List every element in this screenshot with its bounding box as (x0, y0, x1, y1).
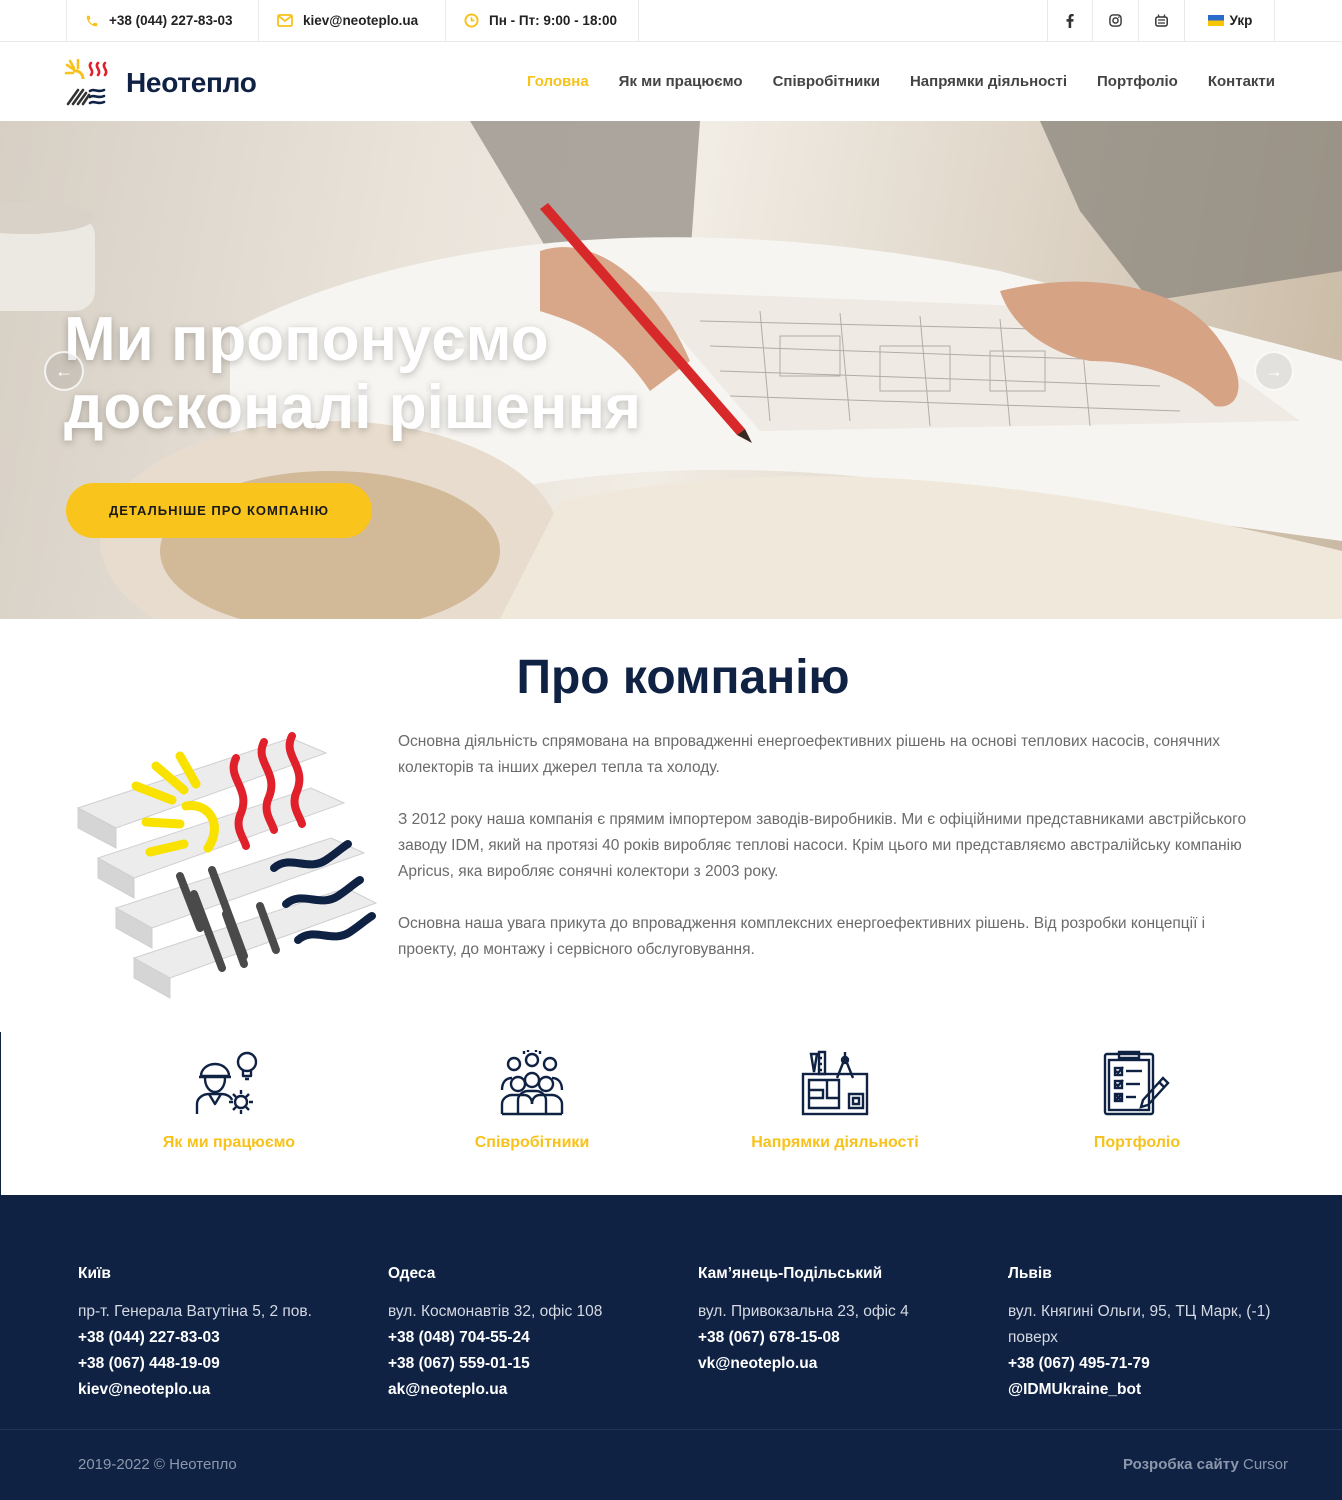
top-bar: +38 (044) 227-83-03 kiev@neoteplo.ua Пн … (0, 0, 1342, 42)
clock-icon (464, 13, 479, 28)
nav-item-activities[interactable]: Напрямки діяльності (910, 73, 1067, 90)
feature-label: Як ми працюємо (162, 1134, 296, 1151)
office-address: пр-т. Генерала Ватутіна 5, 2 пов. (78, 1303, 312, 1320)
office-lviv: Львів вул. Княгині Ольги, 95, ТЦ Марк, (… (1008, 1261, 1298, 1403)
office-phone[interactable]: +38 (067) 448-19-09 (78, 1351, 368, 1377)
office-phone[interactable]: +38 (067) 559-01-15 (388, 1351, 678, 1377)
phone-icon (86, 15, 98, 26)
topbar-phone-text: +38 (044) 227-83-03 (109, 13, 233, 28)
nav-item-how-we-work[interactable]: Як ми працюємо (619, 73, 743, 90)
facebook-link[interactable] (1047, 0, 1093, 41)
arrow-right-icon: → (1265, 360, 1283, 381)
office-city: Кам’янець-Подільський (698, 1265, 883, 1282)
hero-title: Ми пропонуємо досконалі рішення (64, 305, 642, 442)
feature-portfolio[interactable]: Портфоліо (1007, 1032, 1267, 1152)
neoteplo-logo-icon (64, 59, 108, 106)
feature-label: Співробітники (474, 1134, 590, 1151)
about-paragraph: Основна наша увага прикута до впроваджен… (398, 915, 1206, 958)
office-address: вул. Космонавтів 32, офіс 108 (388, 1303, 603, 1320)
feature-staff[interactable]: Співробітники (402, 1032, 662, 1152)
feature-label: Напрямки діяльності (751, 1134, 919, 1151)
credit-label: Розробка сайту (1123, 1456, 1239, 1473)
office-email[interactable]: ak@neoteplo.ua (388, 1377, 678, 1403)
feature-how-we-work[interactable]: Як ми працюємо (99, 1032, 359, 1152)
nav-item-contacts[interactable]: Контакти (1208, 73, 1275, 90)
checklist-icon (1103, 1050, 1170, 1116)
about-title: Про компанію (516, 651, 850, 704)
worker-idea-icon (195, 1051, 258, 1114)
footer-divider (0, 1429, 1342, 1430)
topbar-hours-text: Пн - Пт: 9:00 - 18:00 (489, 13, 617, 28)
office-address: вул. Княгині Ольги, 95, ТЦ Марк, (-1) по… (1008, 1303, 1271, 1346)
nav-item-portfolio[interactable]: Портфоліо (1097, 73, 1178, 90)
site-footer: Київ пр-т. Генерала Ватутіна 5, 2 пов. +… (0, 1195, 1342, 1500)
office-odesa: Одеса вул. Космонавтів 32, офіс 108 +38 … (388, 1261, 678, 1403)
site-header: Неотепло Головна Як ми працюємо Співробі… (0, 42, 1342, 121)
site-logo[interactable]: Неотепло (64, 59, 257, 107)
arrow-left-icon: ← (55, 360, 73, 381)
office-city: Львів (1008, 1265, 1052, 1282)
office-phone[interactable]: +38 (044) 227-83-03 (78, 1325, 368, 1351)
office-address: вул. Привокзальна 23, офіс 4 (698, 1303, 909, 1320)
youtube-link[interactable] (1139, 0, 1185, 41)
about-text: Основна діяльність спрямована на впровад… (398, 729, 1268, 989)
envelope-icon (277, 14, 293, 27)
office-phone[interactable]: +38 (067) 495-71-79 (1008, 1351, 1298, 1377)
slider-prev-button[interactable]: ← (44, 351, 84, 391)
office-city: Одеса (388, 1265, 436, 1282)
topbar-phone[interactable]: +38 (044) 227-83-03 (66, 0, 259, 41)
topbar-hours: Пн - Пт: 9:00 - 18:00 (446, 0, 639, 41)
office-phone[interactable]: +38 (067) 678-15-08 (698, 1325, 988, 1351)
language-switcher[interactable]: Укр (1186, 0, 1275, 41)
features-row: Як ми працюємо Співробітники Напрямки ді… (0, 1032, 1342, 1195)
topbar-email[interactable]: kiev@neoteplo.ua (259, 0, 446, 41)
office-kyiv: Київ пр-т. Генерала Ватутіна 5, 2 пов. +… (78, 1261, 368, 1403)
office-phone[interactable]: +38 (048) 704-55-24 (388, 1325, 678, 1351)
office-city: Київ (78, 1265, 111, 1282)
team-icon (500, 1050, 564, 1116)
feature-label: Портфоліо (1093, 1134, 1181, 1151)
logo-text: Неотепло (126, 67, 257, 98)
copyright: 2019-2022 © Неотепло (78, 1456, 237, 1473)
instagram-link[interactable] (1093, 0, 1139, 41)
nav-item-staff[interactable]: Співробітники (773, 73, 880, 90)
credit-name: Cursor (1242, 1456, 1288, 1473)
feature-activities[interactable]: Напрямки діяльності (705, 1032, 965, 1152)
language-label: Укр (1229, 13, 1253, 28)
slider-next-button[interactable]: → (1254, 351, 1294, 391)
about-paragraph: З 2012 року наша компанія є прямим імпор… (398, 811, 1247, 880)
developer-credit[interactable]: Розробка сайту Cursor (1123, 1456, 1288, 1473)
facebook-icon (1066, 13, 1074, 28)
blueprint-tools-icon (801, 1050, 869, 1116)
topbar-email-text: kiev@neoteplo.ua (303, 13, 419, 28)
instagram-icon (1109, 14, 1122, 27)
office-kamianets: Кам’янець-Подільський вул. Привокзальна … (698, 1261, 988, 1377)
ukraine-flag-icon (1207, 15, 1224, 26)
company-logo-illustration (76, 732, 378, 999)
about-company-button[interactable]: ДЕТАЛЬНІШЕ ПРО КОМПАНІЮ (66, 483, 372, 538)
office-telegram-bot[interactable]: @IDMUkraine_bot (1008, 1377, 1298, 1403)
youtube-icon (1155, 13, 1168, 27)
about-paragraph: Основна діяльність спрямована на впровад… (398, 733, 1220, 776)
office-email[interactable]: kiev@neoteplo.ua (78, 1377, 368, 1403)
office-email[interactable]: vk@neoteplo.ua (698, 1351, 988, 1377)
hero-slider: Ми пропонуємо досконалі рішення ДЕТАЛЬНІ… (0, 121, 1342, 619)
main-nav: Головна Як ми працюємо Співробітники Нап… (497, 42, 1275, 121)
nav-item-home[interactable]: Головна (527, 73, 589, 90)
